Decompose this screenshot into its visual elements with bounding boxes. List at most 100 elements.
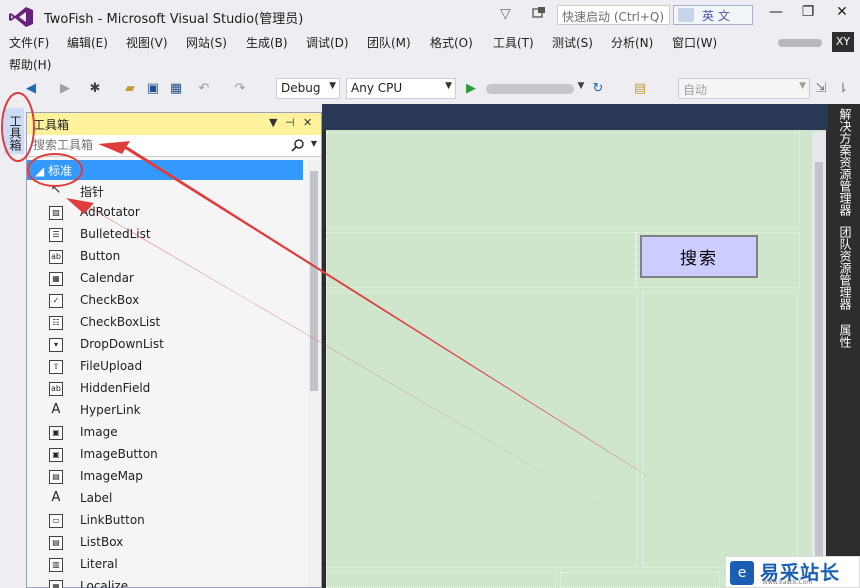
- menu-bar: 文件(F) 编辑(E) 视图(V) 网站(S) 生成(B) 调试(D) 团队(M…: [0, 32, 860, 76]
- restore-button[interactable]: ❐: [796, 4, 820, 24]
- tab-solution-explorer[interactable]: 解决方案资源管理器: [834, 108, 854, 216]
- user-avatar[interactable]: XY: [832, 32, 854, 52]
- tab-properties[interactable]: 属性: [834, 324, 854, 348]
- solution-configuration-select[interactable]: Debug ▼: [276, 78, 340, 99]
- ime-icon: [678, 8, 694, 22]
- watermark-logo-icon: e: [730, 561, 754, 585]
- menu-build[interactable]: 生成(B): [246, 34, 288, 51]
- menu-team[interactable]: 团队(M): [367, 34, 411, 51]
- chevron-down-icon: ▼: [445, 81, 452, 91]
- save-icon[interactable]: ▣: [146, 81, 160, 97]
- search-icon[interactable]: [291, 138, 305, 152]
- toolbox-item[interactable]: ▣ Image: [27, 422, 307, 444]
- ime-indicator[interactable]: 英 文: [673, 5, 753, 25]
- designer-scrollbar[interactable]: [812, 132, 826, 588]
- toolbox-item[interactable]: ▣ ImageButton: [27, 444, 307, 466]
- undo-icon[interactable]: ↶: [197, 81, 211, 97]
- menu-format[interactable]: 格式(O): [430, 34, 473, 51]
- menu-test[interactable]: 测试(S): [552, 34, 593, 51]
- refresh-icon[interactable]: ↻: [590, 81, 606, 97]
- notification-filter-icon[interactable]: ▽: [500, 6, 511, 22]
- toolbox-scrollbar-thumb[interactable]: [310, 171, 318, 391]
- menu-window[interactable]: 窗口(W): [672, 34, 717, 51]
- quick-launch-input[interactable]: 快速启动 (Ctrl+Q): [557, 5, 670, 25]
- toolbox-header[interactable]: 工具箱 ▼ ⊣ ✕: [27, 113, 321, 135]
- menu-file[interactable]: 文件(F): [9, 34, 49, 51]
- menu-tools[interactable]: 工具(T): [493, 34, 534, 51]
- toolbox-group-standard[interactable]: ◢ 标准: [27, 160, 303, 180]
- redo-icon[interactable]: ↷: [233, 81, 247, 97]
- toolbox-item[interactable]: ▾ DropDownList: [27, 334, 307, 356]
- adrotator-icon: ▨: [49, 206, 63, 220]
- format-icon[interactable]: ⇲: [814, 81, 828, 97]
- save-all-icon[interactable]: ▦: [168, 81, 184, 97]
- toolbox-scrollbar[interactable]: [308, 161, 320, 587]
- toolbox-item[interactable]: A HyperLink: [27, 400, 307, 422]
- open-file-icon[interactable]: ▰: [123, 81, 137, 97]
- toolbox-item[interactable]: ▦ Calendar: [27, 268, 307, 290]
- toolbox-item[interactable]: ▤ ImageMap: [27, 466, 307, 488]
- footer-left-region[interactable]: [326, 572, 556, 588]
- header-div-region[interactable]: [326, 132, 800, 228]
- navigate-forward-icon[interactable]: ▶: [58, 81, 72, 97]
- designer-scrollbar-thumb[interactable]: [815, 162, 823, 582]
- menu-help[interactable]: 帮助(H): [9, 56, 51, 73]
- menu-view[interactable]: 视图(V): [126, 34, 168, 51]
- toolbox-item-label: ImageButton: [80, 447, 158, 461]
- auto-select[interactable]: 自动 ▼: [678, 78, 810, 99]
- auto-select-value: 自动: [683, 83, 708, 97]
- toolbox-item-label: FileUpload: [80, 359, 143, 373]
- menu-website[interactable]: 网站(S): [186, 34, 227, 51]
- toolbox-item[interactable]: ✓ CheckBox: [27, 290, 307, 312]
- footer-right-region[interactable]: [560, 572, 720, 588]
- menu-analyze[interactable]: 分析(N): [611, 34, 653, 51]
- fileupload-icon: ⇧: [49, 360, 63, 374]
- right-column-region[interactable]: [642, 292, 798, 568]
- content-div-region[interactable]: [326, 232, 636, 288]
- window-position-icon[interactable]: ▼: [269, 116, 277, 129]
- imagebutton-icon: ▣: [49, 448, 63, 462]
- toolbox-item[interactable]: ▥ Literal: [27, 554, 307, 576]
- toolbox-side-tab[interactable]: 工具箱: [4, 108, 24, 154]
- play-icon[interactable]: ▶: [464, 81, 478, 97]
- toolbox-item[interactable]: ▦ Localize: [27, 576, 307, 588]
- chevron-down-icon: ▼: [799, 81, 806, 91]
- toolbox-item[interactable]: ab HiddenField: [27, 378, 307, 400]
- toolbox-item[interactable]: ▭ LinkButton: [27, 510, 307, 532]
- localize-icon: ▦: [49, 580, 63, 588]
- toolbar-overflow-icon[interactable]: ⇂: [836, 81, 850, 97]
- toolbox-item[interactable]: A Label: [27, 488, 307, 510]
- pin-icon[interactable]: ⊣: [285, 116, 295, 129]
- watermark-subtext: Www.Easck.Com: [762, 579, 813, 586]
- minimize-button[interactable]: —: [764, 4, 788, 24]
- close-icon[interactable]: ✕: [303, 116, 312, 129]
- left-dock-strip: [0, 104, 26, 588]
- toolbox-item[interactable]: ab Button: [27, 246, 307, 268]
- search-button[interactable]: 搜索: [640, 235, 758, 278]
- chevron-down-icon[interactable]: ▼: [576, 81, 586, 97]
- toolbox-group-label: 标准: [48, 164, 73, 178]
- navigate-back-icon[interactable]: ◀: [24, 81, 38, 97]
- close-button[interactable]: ✕: [830, 4, 854, 24]
- menu-debug[interactable]: 调试(D): [306, 34, 349, 51]
- feedback-icon[interactable]: [532, 6, 546, 20]
- toolbox-item[interactable]: ▤ ListBox: [27, 532, 307, 554]
- toolbox-item-label: Literal: [80, 557, 118, 571]
- listbox-icon: ▤: [49, 536, 63, 550]
- menu-edit[interactable]: 编辑(E): [67, 34, 108, 51]
- toolbox-item[interactable]: ▨ AdRotator: [27, 202, 307, 224]
- chevron-down-icon[interactable]: ▼: [311, 139, 317, 148]
- toolbox-item[interactable]: ↖ 指针: [27, 180, 307, 202]
- left-column-region[interactable]: [326, 292, 638, 568]
- toolbox-item[interactable]: ☷ CheckBoxList: [27, 312, 307, 334]
- toolbox-item[interactable]: ☰ BulletedList: [27, 224, 307, 246]
- toolbox-search-input[interactable]: [27, 135, 277, 155]
- solution-platform-value: Any CPU: [351, 81, 403, 95]
- new-project-icon[interactable]: ✱: [88, 81, 102, 97]
- standard-toolbar: ◀ ▶ ✱ ▰ ▣ ▦ ↶ ↷ Debug ▼ Any CPU ▼ ▶ ▼ ↻ …: [0, 76, 860, 104]
- find-in-files-icon[interactable]: ▤: [632, 81, 648, 97]
- solution-platform-select[interactable]: Any CPU ▼: [346, 78, 456, 99]
- toolbox-item[interactable]: ⇧ FileUpload: [27, 356, 307, 378]
- tab-team-explorer[interactable]: 团队资源管理器: [834, 226, 854, 310]
- toolbox-title: 工具箱: [33, 118, 70, 132]
